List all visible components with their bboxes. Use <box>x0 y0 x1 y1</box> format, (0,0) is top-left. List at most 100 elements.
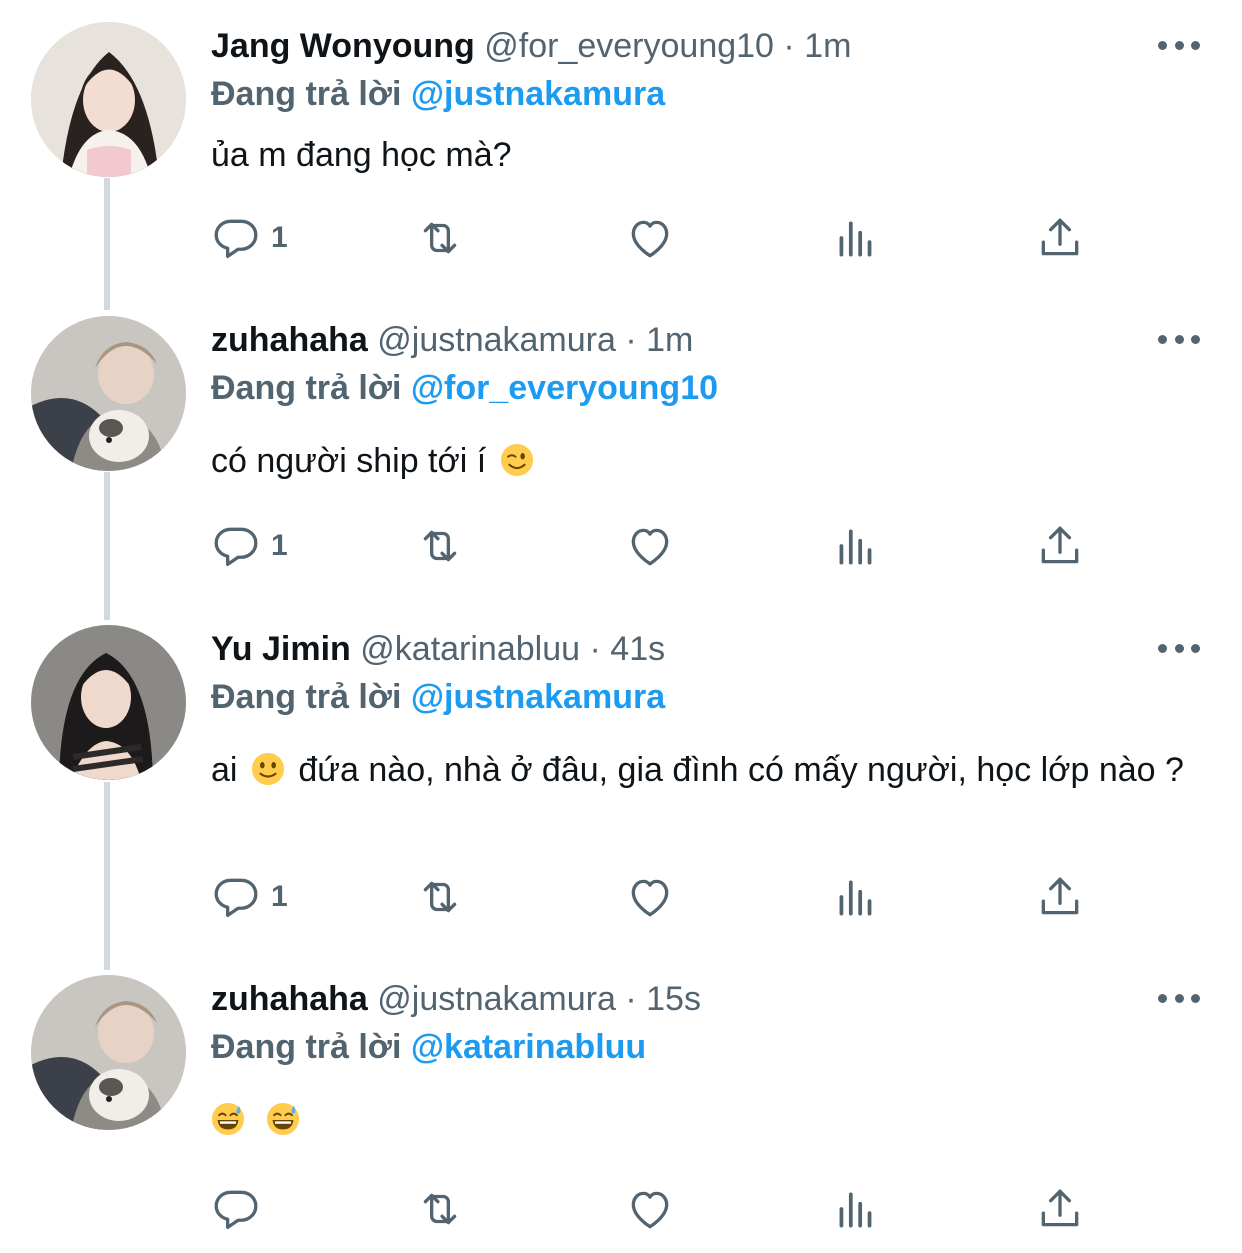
reply-icon <box>211 872 261 922</box>
like-icon <box>625 213 675 263</box>
user-handle[interactable]: @justnakamura <box>377 980 616 1018</box>
more-icon[interactable] <box>1158 326 1200 352</box>
timestamp[interactable]: 15s <box>646 980 701 1018</box>
slightly-smiling-face-emoji <box>251 752 285 786</box>
mention-link[interactable]: @katarinabluu <box>411 1028 646 1066</box>
replying-to: Đang trả lời @justnakamura <box>211 70 665 118</box>
tweet-text-part: ai <box>211 751 238 789</box>
replying-to: Đang trả lời @justnakamura <box>211 673 665 721</box>
tweet-text-content: có người ship tới í <box>211 442 487 480</box>
separator-dot: · <box>625 321 637 359</box>
avatar-image <box>31 316 186 471</box>
replying-prefix: Đang trả lời <box>211 369 402 407</box>
replying-prefix: Đang trả lời <box>211 75 402 113</box>
replying-prefix: Đang trả lời <box>211 678 402 716</box>
reply-count: 1 <box>271 529 288 562</box>
avatar[interactable] <box>31 22 186 177</box>
user-handle[interactable]: @katarinabluu <box>360 630 580 668</box>
reply-icon <box>211 521 261 571</box>
avatar-image <box>31 22 186 177</box>
retweet-button[interactable] <box>415 1181 465 1237</box>
reply-icon <box>211 1184 261 1234</box>
avatar[interactable] <box>31 975 186 1130</box>
user-handle[interactable]: @for_everyoung10 <box>484 27 774 65</box>
like-icon <box>625 872 675 922</box>
replying-to: Đang trả lời @katarinabluu <box>211 1023 646 1071</box>
more-icon[interactable] <box>1158 32 1200 58</box>
like-icon <box>625 1184 675 1234</box>
retweet-icon <box>415 872 465 922</box>
mention-link[interactable]: @justnakamura <box>411 75 665 113</box>
like-button[interactable] <box>625 210 675 266</box>
retweet-icon <box>415 213 465 263</box>
reply-count: 1 <box>271 221 288 254</box>
views-button[interactable] <box>831 869 881 925</box>
thread-line <box>104 782 110 970</box>
reply-button[interactable] <box>211 1181 261 1237</box>
timestamp[interactable]: 1m <box>804 27 851 65</box>
more-icon[interactable] <box>1158 635 1200 661</box>
share-button[interactable] <box>1035 1181 1085 1237</box>
views-button[interactable] <box>831 1181 881 1237</box>
views-button[interactable] <box>831 518 881 574</box>
display-name[interactable]: zuhahaha <box>211 980 368 1018</box>
thread-line <box>104 472 110 620</box>
avatar-image <box>31 975 186 1130</box>
like-button[interactable] <box>625 869 675 925</box>
avatar[interactable] <box>31 625 186 780</box>
reply-button[interactable]: 1 <box>211 869 288 925</box>
retweet-icon <box>415 1184 465 1234</box>
views-icon <box>831 213 881 263</box>
like-icon <box>625 521 675 571</box>
action-bar: 1 <box>211 518 1091 574</box>
share-icon <box>1035 521 1085 571</box>
action-bar: 1 <box>211 869 1091 925</box>
retweet-button[interactable] <box>415 869 465 925</box>
display-name[interactable]: Jang Wonyoung <box>211 27 475 65</box>
like-button[interactable] <box>625 518 675 574</box>
grinning-face-with-sweat-emoji <box>266 1102 300 1136</box>
views-icon <box>831 872 881 922</box>
like-button[interactable] <box>625 1181 675 1237</box>
reply-button[interactable]: 1 <box>211 518 288 574</box>
retweet-button[interactable] <box>415 210 465 266</box>
share-button[interactable] <box>1035 210 1085 266</box>
tweet-text-part: đứa nào, nhà ở đâu, gia đình có mấy ngườ… <box>298 751 1184 789</box>
reply-button[interactable]: 1 <box>211 210 288 266</box>
more-icon[interactable] <box>1158 985 1200 1011</box>
thread-line <box>104 178 110 310</box>
retweet-button[interactable] <box>415 518 465 574</box>
tweet-text: ủa m đang học mà? <box>211 136 512 174</box>
separator-dot: · <box>589 630 601 668</box>
replying-to: Đang trả lời @for_everyoung10 <box>211 364 718 412</box>
action-bar <box>211 1181 1091 1237</box>
views-icon <box>831 521 881 571</box>
tweet-text: ai đứa nào, nhà ở đâu, gia đình có mấy n… <box>211 747 1201 793</box>
avatar-image <box>31 625 186 780</box>
timestamp[interactable]: 41s <box>610 630 665 668</box>
share-button[interactable] <box>1035 869 1085 925</box>
reply-count: 1 <box>271 880 288 913</box>
user-handle[interactable]: @justnakamura <box>377 321 616 359</box>
display-name[interactable]: Yu Jimin <box>211 630 351 668</box>
retweet-icon <box>415 521 465 571</box>
display-name[interactable]: zuhahaha <box>211 321 368 359</box>
share-button[interactable] <box>1035 518 1085 574</box>
avatar[interactable] <box>31 316 186 471</box>
reply-icon <box>211 213 261 263</box>
mention-link[interactable]: @for_everyoung10 <box>411 369 718 407</box>
grinning-face-with-sweat-emoji <box>211 1102 245 1136</box>
views-button[interactable] <box>831 210 881 266</box>
replying-prefix: Đang trả lời <box>211 1028 402 1066</box>
share-icon <box>1035 872 1085 922</box>
tweet-text <box>211 1097 1201 1143</box>
tweet-header: Jang Wonyoung @for_everyoung10 · 1m <box>211 22 851 70</box>
separator-dot: · <box>783 27 795 65</box>
tweet-header: zuhahaha @justnakamura · 1m <box>211 316 693 364</box>
action-bar: 1 <box>211 210 1091 266</box>
share-icon <box>1035 1184 1085 1234</box>
mention-link[interactable]: @justnakamura <box>411 678 665 716</box>
views-icon <box>831 1184 881 1234</box>
timestamp[interactable]: 1m <box>646 321 693 359</box>
tweet-header: Yu Jimin @katarinabluu · 41s <box>211 625 665 673</box>
